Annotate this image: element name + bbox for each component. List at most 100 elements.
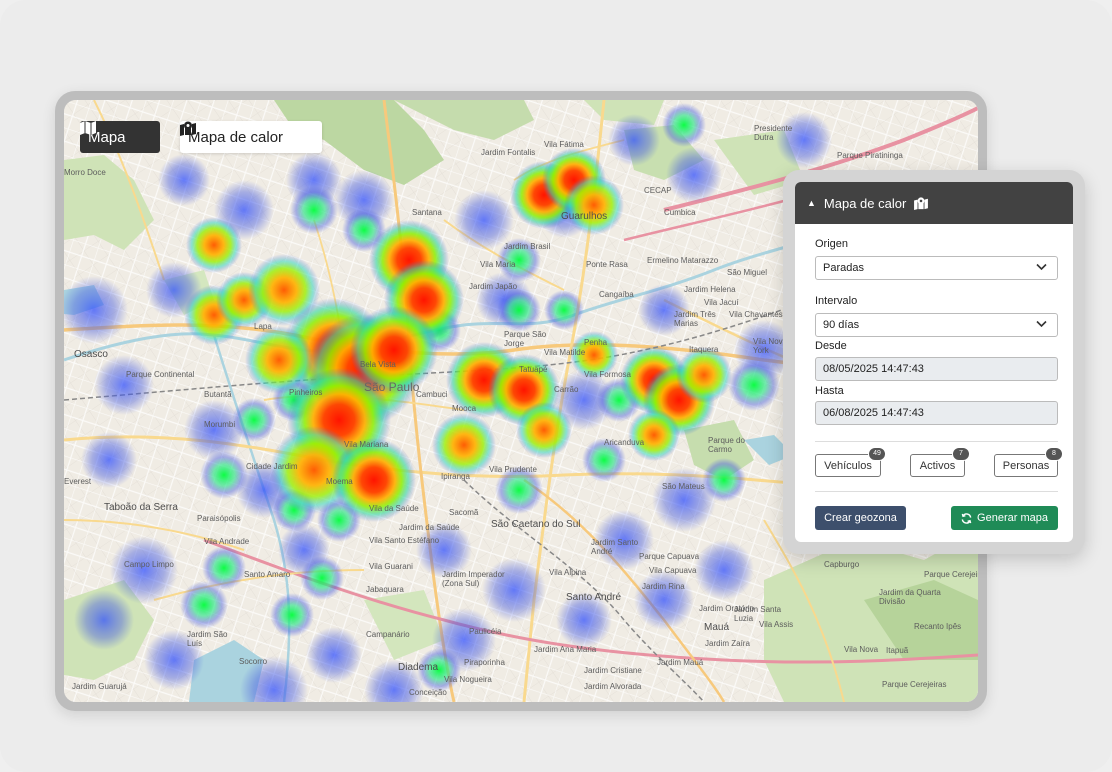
- map-label-jardim-alvorada: Jardim Alvorada: [584, 682, 642, 691]
- map-label-jardim-da-saude: Jardim da Saúde: [399, 523, 460, 532]
- map-label-sao-paulo: São Paulo: [364, 380, 420, 394]
- map-label-aricanduva: Aricanduva: [604, 438, 645, 447]
- map-label-capburgo: Capburgo: [824, 560, 860, 569]
- map-label-campanario: Campanário: [366, 630, 410, 639]
- map-label-vila-chavantes: Vila Chavantes: [729, 310, 783, 319]
- map-label-morumbi: Morumbi: [204, 420, 236, 429]
- map-label-parque-piratininga: Parque Piratininga: [837, 151, 903, 160]
- assets-button[interactable]: Activos 7: [910, 447, 970, 477]
- map-label-moema: Moema: [326, 477, 353, 486]
- map-label-vila-mariana: Vila Mariana: [344, 440, 389, 449]
- map-marker-icon: [180, 121, 196, 136]
- map-label-ermelino: Ermelino Matarazzo: [647, 256, 719, 265]
- map-label-vila-nogueira: Vila Nogueira: [444, 675, 492, 684]
- from-date-input[interactable]: 08/05/2025 14:47:43: [815, 357, 1058, 381]
- people-label: Personas: [1002, 459, 1050, 472]
- map-label-jardim-santo-andre: Jardim Santo André: [591, 538, 639, 556]
- map-label-cidade-jardim: Cidade Jardim: [246, 462, 298, 471]
- map-label-butanta: Butantã: [204, 390, 232, 399]
- map-label-guarulhos: Guarulhos: [561, 211, 608, 222]
- refresh-icon: [961, 512, 972, 524]
- people-count-badge: 8: [1045, 447, 1063, 461]
- map-label-vila-nova: Vila Nova: [844, 645, 879, 654]
- map-label-vila-formosa: Vila Formosa: [584, 370, 631, 379]
- interval-label: Intervalo: [815, 295, 858, 307]
- map-label-tatuape: Tatuapé: [519, 365, 548, 374]
- map-label-piraporinha: Piraporinha: [464, 658, 505, 667]
- map-label-presidente-dutra: Presidente Dutra: [754, 124, 793, 142]
- origin-select[interactable]: Paradas: [815, 256, 1058, 280]
- map-label-vila-prudente: Vila Prudente: [489, 465, 537, 474]
- map-label-cambuci: Cambuci: [416, 390, 448, 399]
- map-label-taboao: Taboão da Serra: [104, 502, 178, 513]
- map-label-cumbica: Cumbica: [664, 208, 696, 217]
- to-date-value: 06/08/2025 14:47:43: [823, 407, 924, 419]
- generate-map-button[interactable]: Generar mapa: [951, 506, 1058, 530]
- map-label-parque-sao-jorge: Parque São Jorge: [504, 330, 547, 348]
- map-label-vila-matilde: Vila Matilde: [544, 348, 586, 357]
- map-label-cangaiba: Cangaíba: [599, 290, 634, 299]
- map-label-morro-doce: Morro Doce: [64, 168, 106, 177]
- map-label-vila-fatima: Vila Fátima: [544, 140, 584, 149]
- map-label-sao-mateus: São Mateus: [662, 482, 705, 491]
- vehicles-button[interactable]: Vehículos 49: [815, 447, 886, 477]
- from-date-value: 08/05/2025 14:47:43: [823, 363, 924, 375]
- create-geozone-button[interactable]: Crear geozona: [815, 506, 906, 530]
- map-label-vila-nova-york: Vila Nova York: [753, 337, 788, 355]
- map-label-parque-continental: Parque Continental: [126, 370, 195, 379]
- map-label-sao-luis: Jardim São Luís: [187, 630, 228, 648]
- heatmap-panel: ▲ Mapa de calor Origen Paradas Intervalo…: [795, 182, 1073, 542]
- map-label-santana: Santana: [412, 208, 442, 217]
- map-label-jardim-ana-maria: Jardim Ana Maria: [534, 645, 597, 654]
- heatmap-view-label: Mapa de calor: [188, 128, 284, 146]
- map-label-pinheiros: Pinheiros: [289, 388, 323, 397]
- map-label-santo-amaro: Santo Amaro: [244, 570, 291, 579]
- map-label-jardim-guaruja: Jardim Guarujá: [72, 682, 127, 691]
- map-label-everest: Everest: [64, 477, 92, 486]
- map-label-ponte-rasa: Ponte Rasa: [586, 260, 628, 269]
- map-label-penha: Penha: [584, 338, 608, 347]
- map-label-mooca: Mooca: [452, 404, 477, 413]
- divider: [815, 491, 1058, 492]
- map-label-jardim-maua: Jardim Mauá: [657, 658, 704, 667]
- map-label-itapua: Itapuã: [886, 646, 909, 655]
- map-label-vila-da-saude: Vila da Saúde: [369, 504, 419, 513]
- map-label-jabaquara: Jabaquara: [366, 585, 404, 594]
- panel-header[interactable]: ▲ Mapa de calor: [795, 182, 1073, 224]
- to-label: Hasta: [815, 385, 844, 397]
- to-date-input[interactable]: 06/08/2025 14:47:43: [815, 401, 1058, 425]
- map-label-jardim-fontalis: Jardim Fontalis: [481, 148, 536, 157]
- map-label-osasco: Osasco: [74, 349, 108, 360]
- map-label-vila-guarani: Vila Guarani: [369, 562, 413, 571]
- map-label-ipiranga: Ipiranga: [441, 472, 470, 481]
- caret-up-icon: ▲: [807, 198, 816, 208]
- map-label-vila-assis: Vila Assis: [759, 620, 794, 629]
- divider: [815, 441, 1058, 442]
- assets-label: Activos: [919, 459, 956, 472]
- map-label-bela-vista: Bela Vista: [360, 360, 396, 369]
- map-label-capuava: Vila Capuava: [649, 566, 697, 575]
- map-label-jardim-rina: Jardim Rina: [642, 582, 685, 591]
- map-label-socorro: Socorro: [239, 657, 268, 666]
- map-label-vila-santo-estefano: Vila Santo Estéfano: [369, 536, 440, 545]
- map-label-jardim-japao: Jardim Japão: [469, 282, 518, 291]
- map-label-recanto-dos-ipes: Recanto Ipês: [914, 622, 962, 631]
- map-label-sao-miguel: São Miguel: [727, 268, 768, 277]
- map-label-paraisopolis: Paraisópolis: [197, 514, 241, 523]
- interval-select[interactable]: 90 días: [815, 313, 1058, 337]
- map-label-parque-do-carmo: Parque do Carmo: [708, 436, 745, 454]
- map-label-diadema: Diadema: [398, 662, 439, 673]
- map-view-button[interactable]: Mapa: [80, 121, 160, 153]
- map-marker-icon: [914, 196, 929, 210]
- map-label-jardim-zaira: Jardim Zaíra: [705, 639, 750, 648]
- map-icon: [80, 121, 96, 135]
- vehicles-count-badge: 49: [868, 447, 886, 461]
- map-label-jardim-brasil: Jardim Brasil: [504, 242, 551, 251]
- origin-label: Origen: [815, 238, 849, 250]
- people-button[interactable]: Personas 8: [994, 447, 1063, 477]
- map-label-maua: Mauá: [704, 622, 730, 633]
- generate-map-label: Generar mapa: [977, 512, 1048, 524]
- chevron-down-icon: [1036, 263, 1047, 271]
- map-label-cecap: CECAP: [644, 186, 672, 195]
- heatmap-view-button[interactable]: Mapa de calor: [180, 121, 322, 153]
